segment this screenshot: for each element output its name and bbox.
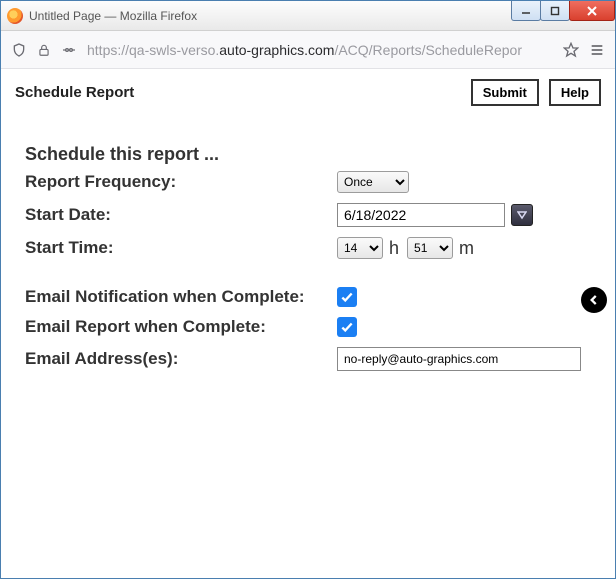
help-button[interactable]: Help (549, 79, 601, 106)
header-buttons: Submit Help (471, 79, 601, 106)
firefox-window: Untitled Page — Mozilla Firefox https://… (0, 0, 616, 579)
select-minute[interactable]: 51 (407, 237, 453, 259)
label-frequency: Report Frequency: (25, 172, 337, 192)
row-email-notify: Email Notification when Complete: (25, 287, 591, 307)
menu-icon[interactable] (589, 42, 605, 58)
label-email-address: Email Address(es): (25, 349, 337, 369)
shield-icon[interactable] (11, 42, 27, 58)
minimize-button[interactable] (511, 1, 541, 21)
row-start-date: Start Date: (25, 203, 591, 227)
checkbox-email-notify[interactable] (337, 287, 357, 307)
firefox-icon (7, 8, 23, 24)
submit-button[interactable]: Submit (471, 79, 539, 106)
unit-minute: m (459, 238, 474, 259)
select-hour[interactable]: 14 (337, 237, 383, 259)
collapse-fab[interactable] (581, 287, 607, 313)
label-email-notify: Email Notification when Complete: (25, 287, 337, 307)
url-display[interactable]: https://qa-swls-verso.auto-graphics.com/… (87, 42, 553, 58)
url-suffix: /ACQ/Reports/ScheduleRepor (334, 42, 522, 58)
unit-hour: h (389, 238, 399, 259)
titlebar: Untitled Page — Mozilla Firefox (1, 1, 615, 31)
row-email-address: Email Address(es): (25, 347, 591, 371)
date-picker-button[interactable] (511, 204, 533, 226)
checkbox-email-report[interactable] (337, 317, 357, 337)
bookmark-star-icon[interactable] (563, 42, 579, 58)
window-title: Untitled Page — Mozilla Firefox (29, 9, 197, 23)
lock-icon[interactable] (37, 43, 51, 57)
url-prefix: https://qa-swls-verso. (87, 42, 219, 58)
page-header: Schedule Report Submit Help (1, 69, 615, 114)
url-host: auto-graphics.com (219, 42, 334, 58)
row-start-time: Start Time: 14 h 51 m (25, 237, 591, 259)
label-email-report: Email Report when Complete: (25, 317, 337, 337)
window-controls (512, 1, 615, 23)
label-start-date: Start Date: (25, 205, 337, 225)
page-title: Schedule Report (15, 84, 134, 101)
select-frequency[interactable]: Once (337, 171, 409, 193)
page-content: Schedule Report Submit Help Schedule thi… (1, 69, 615, 578)
row-email-report: Email Report when Complete: (25, 317, 591, 337)
input-email-address[interactable] (337, 347, 581, 371)
row-frequency: Report Frequency: Once (25, 171, 591, 193)
label-start-time: Start Time: (25, 238, 337, 258)
schedule-form: Schedule this report ... Report Frequenc… (1, 114, 615, 371)
address-bar: https://qa-swls-verso.auto-graphics.com/… (1, 31, 615, 69)
close-button[interactable] (569, 1, 615, 21)
permissions-icon[interactable] (61, 42, 77, 58)
input-start-date[interactable] (337, 203, 505, 227)
maximize-button[interactable] (540, 1, 570, 21)
section-heading: Schedule this report ... (25, 144, 591, 165)
